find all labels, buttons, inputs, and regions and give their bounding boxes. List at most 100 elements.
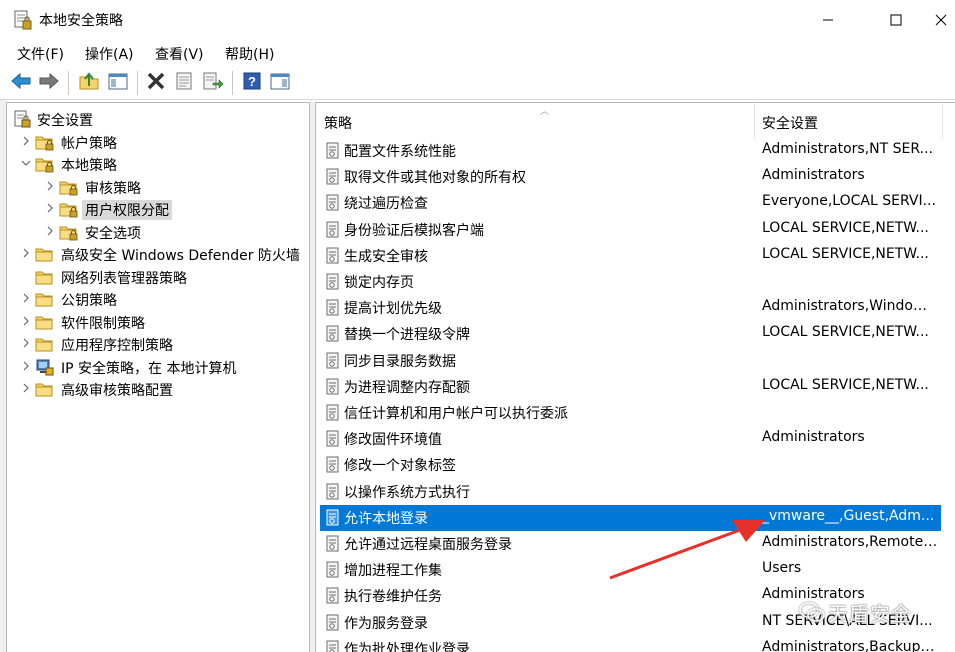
chevron-right-icon[interactable] (21, 381, 33, 395)
policy-row[interactable]: 替换一个进程级令牌 LOCAL SERVICE,NETW... (320, 321, 941, 347)
up-level-button[interactable] (77, 71, 101, 95)
policy-row[interactable]: 锁定内存页 (320, 269, 941, 295)
maximize-button[interactable] (873, 0, 919, 40)
policy-row[interactable]: 为进程调整内存配额 LOCAL SERVICE,NETW... (320, 374, 941, 400)
minimize-button[interactable] (805, 0, 851, 40)
show-hide-action-pane-button[interactable] (268, 71, 292, 95)
back-button[interactable] (9, 71, 33, 95)
forward-button[interactable] (37, 71, 61, 95)
menu-action[interactable]: 操作(A) (85, 43, 134, 65)
policy-row[interactable]: 身份验证后模拟客户端 LOCAL SERVICE,NETW... (320, 217, 941, 243)
chevron-down-icon[interactable] (21, 156, 33, 170)
export-list-button[interactable] (201, 71, 225, 95)
policy-row[interactable]: 取得文件或其他对象的所有权 Administrators (320, 164, 941, 190)
column-separator[interactable] (754, 103, 755, 139)
policy-row[interactable]: 增加进程工作集 Users (320, 557, 941, 583)
policy-row[interactable]: 配置文件系统性能 Administrators,NT SER... (320, 138, 941, 164)
policy-row[interactable]: 允许通过远程桌面服务登录 Administrators,Remote ... (320, 531, 941, 557)
menu-help[interactable]: 帮助(H) (225, 43, 274, 65)
tree-item-label: 用户权限分配 (82, 200, 172, 220)
chevron-right-icon[interactable] (45, 224, 57, 238)
tree-item[interactable]: 安全选项 (7, 221, 309, 243)
policy-item-icon (324, 142, 342, 160)
chevron-right-icon[interactable] (21, 314, 33, 328)
minimize-icon (822, 11, 834, 30)
column-header-policy-label: 策略 (324, 116, 352, 132)
tree-item[interactable]: 安全设置 (7, 108, 309, 130)
sort-ascending-icon: ︿ (540, 107, 550, 117)
delete-icon (146, 71, 166, 95)
chevron-right-icon[interactable] (21, 134, 33, 148)
policy-setting: _vmware__,Guest,Adm... (762, 507, 935, 524)
policy-item-icon (324, 325, 342, 343)
policy-name: 信任计算机和用户帐户可以执行委派 (344, 406, 568, 422)
tree-item[interactable]: IP 安全策略，在 本地计算机 (7, 356, 309, 378)
policy-name: 以操作系统方式执行 (344, 484, 470, 501)
tree-item[interactable]: 应用程序控制策略 (7, 333, 309, 355)
chevron-right-icon[interactable] (45, 179, 57, 193)
policy-setting: Everyone,LOCAL SERVI... (762, 193, 936, 210)
back-arrow-icon (10, 72, 32, 94)
toolbar: ? (0, 66, 955, 100)
policy-row[interactable]: 生成安全审核 LOCAL SERVICE,NETW... (320, 243, 941, 269)
chevron-right-icon[interactable] (21, 359, 33, 373)
policy-row[interactable]: 信任计算机和用户帐户可以执行委派 (320, 400, 941, 426)
show-hide-tree-button[interactable] (106, 71, 130, 95)
policy-name: 执行卷维护任务 (344, 589, 442, 606)
policy-item-icon (324, 273, 342, 291)
maximize-icon (890, 11, 902, 30)
chevron-right-icon[interactable] (21, 336, 33, 350)
menu-file[interactable]: 文件(F) (17, 43, 64, 65)
tree-item[interactable]: 网络列表管理器策略 (7, 266, 309, 288)
policy-name: 允许通过远程桌面服务登录 (344, 537, 512, 553)
policy-name: 生成安全审核 (344, 248, 428, 265)
policy-item-icon (324, 247, 342, 265)
policy-item-icon (324, 168, 342, 186)
policy-row[interactable]: 绕过遍历检查 Everyone,LOCAL SERVI... (320, 190, 941, 216)
policy-row[interactable]: 作为批处理作业登录 Administrators,Backup ... (320, 636, 941, 652)
folder-icon (35, 245, 54, 263)
tree-item[interactable]: 审核策略 (7, 176, 309, 198)
column-separator[interactable] (942, 103, 943, 139)
close-icon (935, 11, 947, 30)
tree-item-label: IP 安全策略，在 本地计算机 (61, 360, 237, 377)
policy-item-icon (324, 535, 342, 553)
tree-item[interactable]: 高级安全 Windows Defender 防火墙 (7, 243, 309, 265)
tree-item[interactable]: 本地策略 (7, 153, 309, 175)
help-button[interactable]: ? (240, 71, 264, 95)
policy-setting: Administrators,NT SER... (762, 141, 933, 157)
policy-setting: Administrators (762, 167, 865, 184)
policy-row[interactable]: 修改固件环境值 Administrators (320, 426, 941, 452)
show-hide-action-pane-icon (269, 71, 291, 95)
chevron-right-icon[interactable] (21, 291, 33, 305)
forward-arrow-icon (38, 72, 60, 94)
tree-item[interactable]: 用户权限分配 (7, 198, 309, 220)
policy-list[interactable]: 策略 ︿ 安全设置 配置文件系统性能 Administrators,NT SER.… (315, 102, 955, 652)
policy-row[interactable]: 同步目录服务数据 (320, 348, 941, 374)
tree-item[interactable]: 帐户策略 (7, 131, 309, 153)
chevron-right-icon[interactable] (21, 246, 33, 260)
policy-row[interactable]: 提高计划优先级 Administrators,Window ... (320, 295, 941, 321)
policy-row[interactable]: 执行卷维护任务 Administrators (320, 583, 941, 609)
column-header-policy[interactable]: 策略 ︿ (324, 103, 754, 139)
column-header-setting[interactable]: 安全设置 (762, 103, 942, 139)
properties-icon (174, 71, 194, 95)
policy-row[interactable]: 作为服务登录 NT SERVICE\ALL SERVI... (320, 610, 941, 636)
console-tree[interactable]: 安全设置 帐户策略本地策略审核策略 用户权限分配 安全选项 高级安全 Windows D… (6, 102, 310, 652)
close-button[interactable] (918, 0, 955, 40)
delete-button[interactable] (144, 71, 168, 95)
menu-view[interactable]: 查看(V) (155, 43, 204, 65)
policy-row[interactable]: 修改一个对象标签 (320, 452, 941, 478)
properties-button[interactable] (172, 71, 196, 95)
ip-security-icon (35, 358, 54, 376)
policy-item-icon (324, 587, 342, 605)
policy-row[interactable]: 以操作系统方式执行 (320, 479, 941, 505)
folder-lock-icon (59, 223, 78, 241)
tree-item-label: 本地策略 (61, 158, 117, 174)
tree-item[interactable]: 高级审核策略配置 (7, 378, 309, 400)
tree-item[interactable]: 软件限制策略 (7, 311, 309, 333)
folder-icon (35, 290, 54, 308)
chevron-right-icon[interactable] (45, 201, 57, 215)
tree-item[interactable]: 公钥策略 (7, 288, 309, 310)
policy-row[interactable]: 允许本地登录 _vmware__,Guest,Adm... (320, 504, 941, 531)
